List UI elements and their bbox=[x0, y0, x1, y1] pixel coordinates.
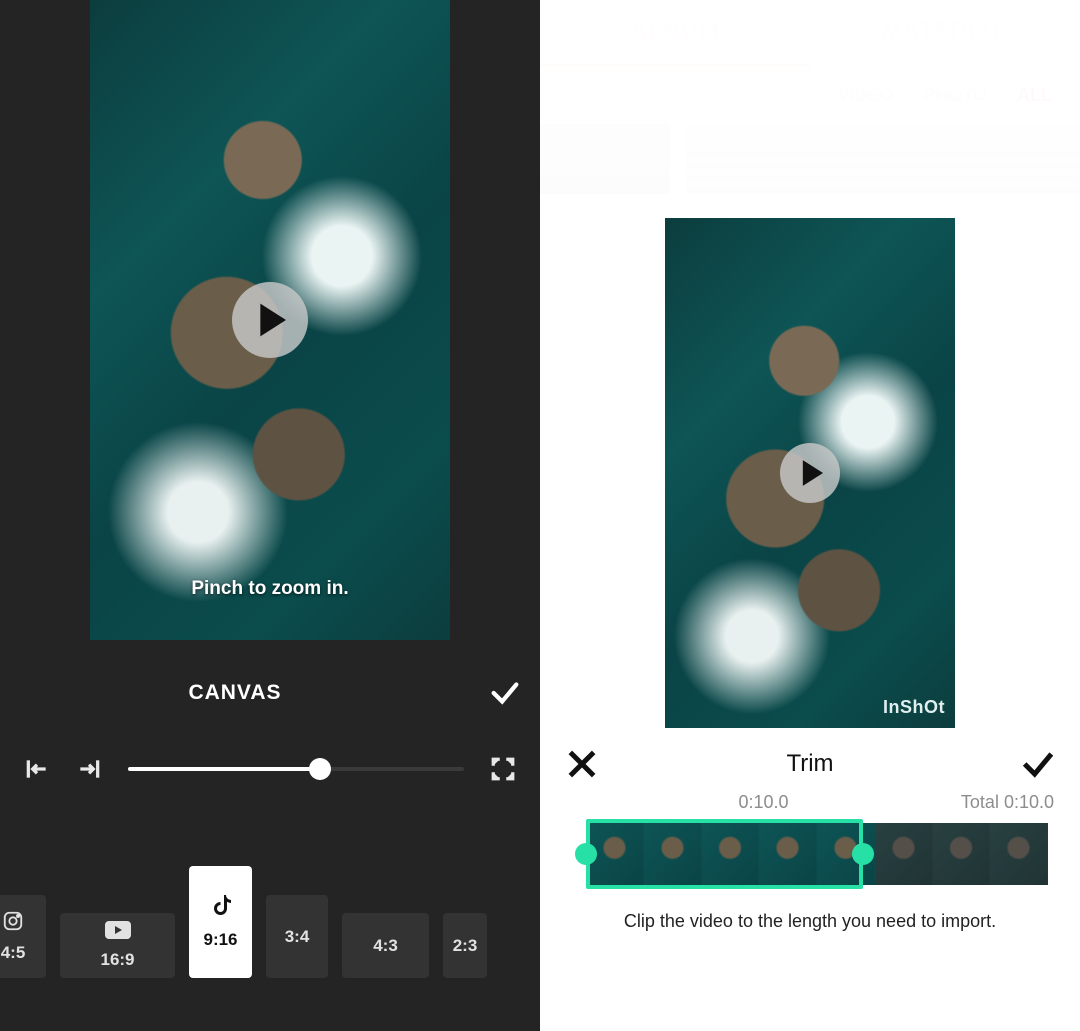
ratio-label: 3:4 bbox=[285, 927, 310, 947]
play-icon bbox=[801, 460, 823, 486]
ratio-label: 9:16 bbox=[203, 930, 237, 950]
play-button[interactable] bbox=[232, 282, 308, 358]
media-filter-tabs: VIDEO PHOTO ALL bbox=[540, 67, 1080, 124]
timeline-frame bbox=[875, 823, 933, 885]
ratio-16-9[interactable]: 16:9 bbox=[60, 913, 175, 978]
tab-material[interactable]: MATERIAL bbox=[810, 0, 1080, 64]
filter-photo[interactable]: PHOTO bbox=[923, 85, 987, 106]
ratio-label: 4:5 bbox=[1, 943, 26, 963]
top-tabs: ALBUM MATERIAL bbox=[540, 0, 1080, 64]
trim-title: Trim bbox=[786, 750, 833, 778]
zoom-slider[interactable] bbox=[128, 749, 464, 789]
canvas-section-label: CANVAS bbox=[0, 681, 470, 705]
trim-selection bbox=[586, 819, 863, 889]
ratio-label: 16:9 bbox=[100, 950, 134, 970]
fit-screen-button[interactable] bbox=[480, 746, 526, 792]
watermark: InShOt bbox=[883, 697, 945, 718]
media-thumb[interactable] bbox=[540, 124, 670, 194]
check-icon bbox=[488, 676, 522, 710]
filter-video[interactable]: VIDEO bbox=[837, 85, 893, 106]
play-icon bbox=[258, 303, 286, 337]
ratio-2-3[interactable]: 2:3 bbox=[443, 913, 487, 978]
zoom-hint: Pinch to zoom in. bbox=[90, 578, 450, 600]
filter-all[interactable]: ALL bbox=[1017, 85, 1052, 106]
fit-screen-icon bbox=[490, 756, 516, 782]
preview-area: Pinch to zoom in. bbox=[0, 0, 540, 658]
canvas-label-row: CANVAS bbox=[0, 658, 540, 728]
play-button[interactable] bbox=[780, 443, 840, 503]
align-start-icon bbox=[24, 756, 50, 782]
confirm-canvas-button[interactable] bbox=[470, 676, 540, 710]
timeline-frame bbox=[933, 823, 991, 885]
ratio-label: 4:3 bbox=[373, 936, 398, 956]
tiktok-icon bbox=[211, 895, 231, 924]
close-icon bbox=[562, 744, 602, 784]
canvas-editor-panel: Pinch to zoom in. CANVAS bbox=[0, 0, 540, 1031]
media-thumb-row bbox=[540, 124, 1080, 194]
align-end-icon bbox=[76, 756, 102, 782]
media-thumb[interactable] bbox=[686, 124, 1080, 194]
trim-handle-right[interactable] bbox=[852, 843, 874, 865]
import-trim-panel: ALBUM MATERIAL VIDEO PHOTO ALL InShOt bbox=[540, 0, 1080, 1031]
ratio-4-3[interactable]: 4:3 bbox=[342, 913, 429, 978]
trim-current-time: 0:10.0 bbox=[566, 792, 961, 813]
align-end-button[interactable] bbox=[66, 746, 112, 792]
instagram-icon bbox=[2, 910, 24, 937]
ratio-4-5[interactable]: 4:5 bbox=[0, 895, 46, 978]
trim-times: 0:10.0 Total 0:10.0 bbox=[540, 790, 1080, 819]
import-video-preview[interactable]: InShOt bbox=[665, 218, 955, 728]
aspect-ratio-row[interactable]: 4:5 16:9 9:16 3:4 4:3 2:3 bbox=[0, 810, 540, 1020]
align-start-button[interactable] bbox=[14, 746, 60, 792]
confirm-trim-button[interactable] bbox=[1018, 744, 1058, 784]
trim-timeline[interactable] bbox=[554, 819, 1066, 889]
tab-album[interactable]: ALBUM bbox=[540, 0, 810, 64]
ratio-label: 2:3 bbox=[453, 936, 478, 956]
trim-header: Trim bbox=[540, 728, 1080, 790]
trim-instruction: Clip the video to the length you need to… bbox=[540, 889, 1080, 954]
trim-total-time: Total 0:10.0 bbox=[961, 792, 1054, 813]
cancel-trim-button[interactable] bbox=[562, 744, 602, 784]
youtube-icon bbox=[105, 921, 131, 944]
video-preview[interactable]: Pinch to zoom in. bbox=[90, 0, 450, 640]
zoom-slider-row bbox=[0, 728, 540, 810]
trim-handle-left[interactable] bbox=[575, 843, 597, 865]
timeline-frame bbox=[990, 823, 1048, 885]
ratio-3-4[interactable]: 3:4 bbox=[266, 895, 328, 978]
ratio-9-16[interactable]: 9:16 bbox=[189, 866, 252, 978]
check-icon bbox=[1018, 744, 1058, 784]
